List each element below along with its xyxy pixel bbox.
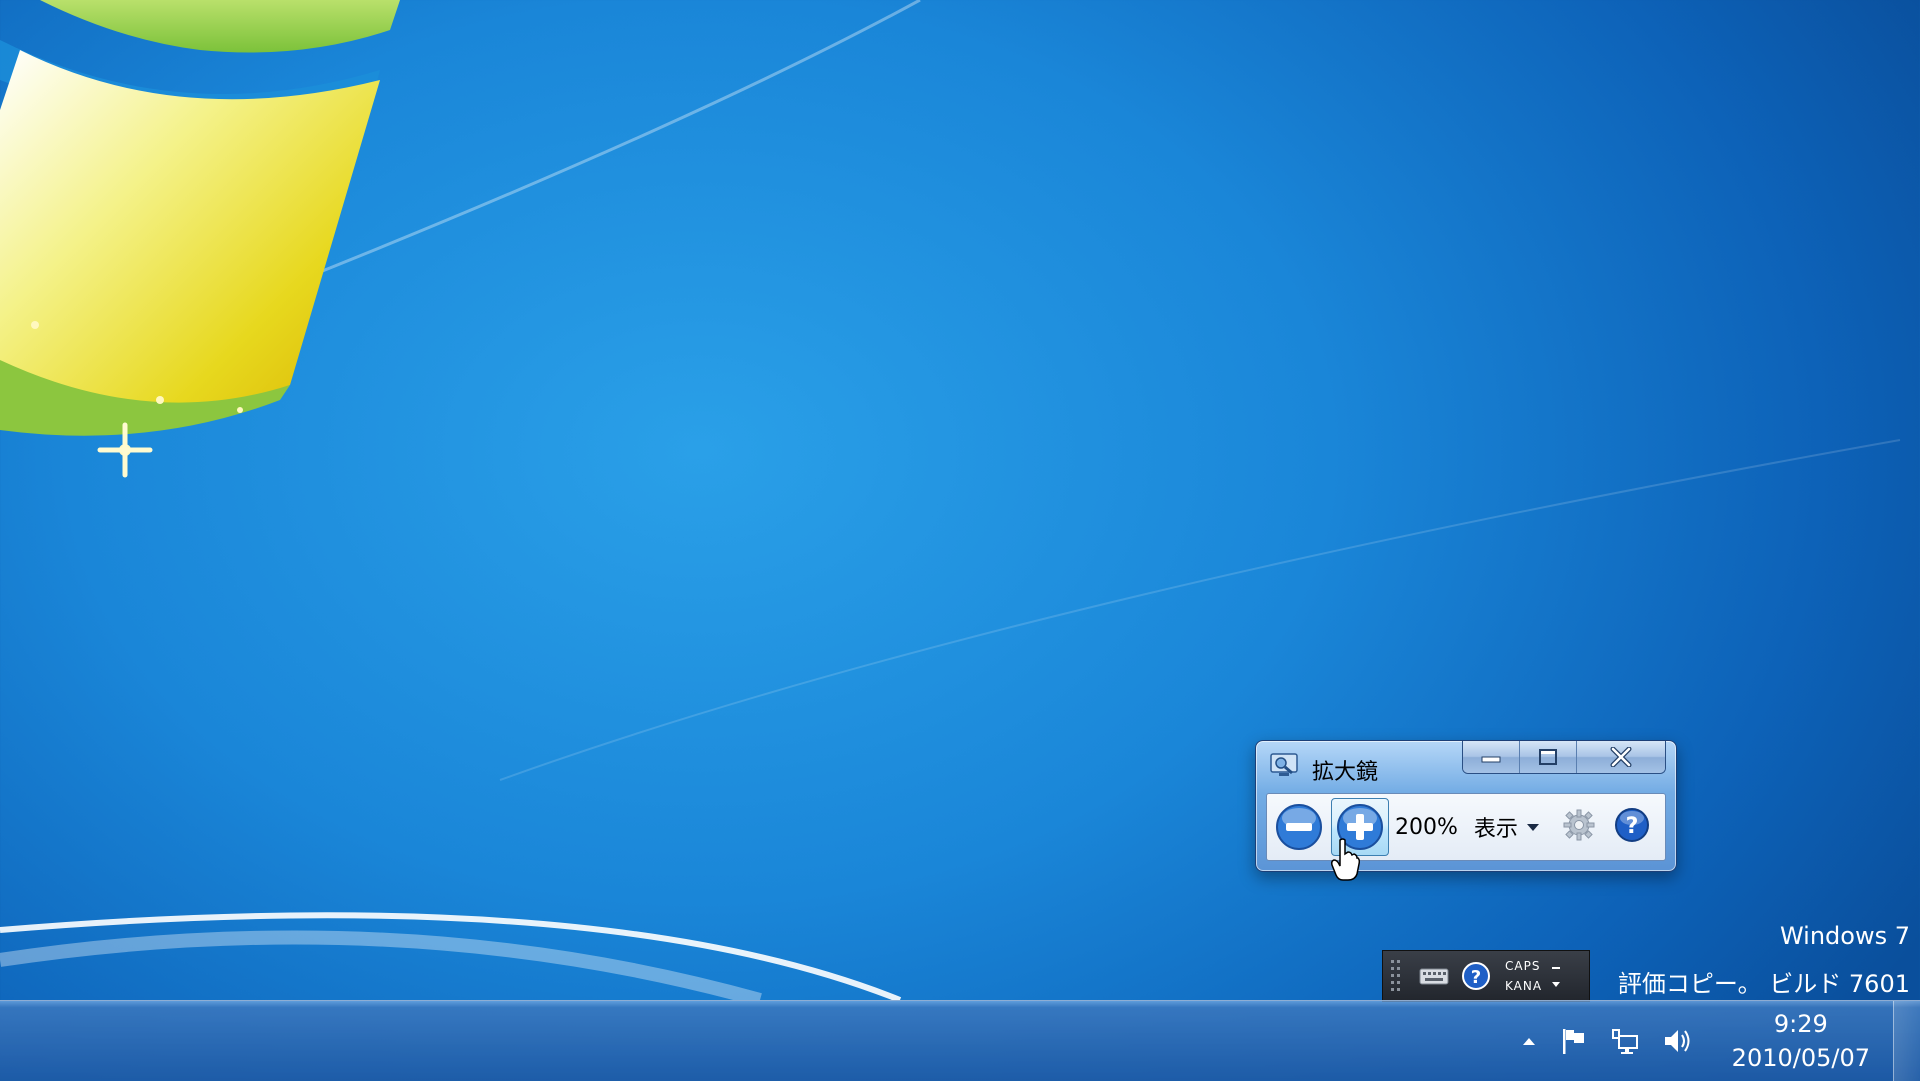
volume-button[interactable] <box>1662 1026 1694 1056</box>
magnifier-window[interactable]: 拡大鏡 200% 表示 ? <box>1255 740 1677 872</box>
minimize-button[interactable] <box>1463 741 1519 773</box>
minimize-icon[interactable] <box>1550 958 1562 976</box>
magnifier-toolbar: 200% 表示 ? <box>1266 793 1666 861</box>
action-center-button[interactable] <box>1558 1026 1588 1056</box>
svg-text:?: ? <box>1626 814 1639 839</box>
gear-icon <box>1563 809 1595 841</box>
caps-indicator: CAPS <box>1505 959 1541 973</box>
windows-watermark-line1: Windows 7 <box>1779 922 1910 950</box>
clock[interactable]: 9:29 2010/05/07 <box>1732 1007 1870 1075</box>
show-hidden-icons-button[interactable] <box>1522 1036 1536 1046</box>
help-icon[interactable]: ? <box>1461 961 1491 991</box>
zoom-out-button[interactable] <box>1271 799 1327 855</box>
chevron-down-icon <box>1526 824 1539 831</box>
clock-time: 9:29 <box>1773 1010 1828 1038</box>
view-menu-label: 表示 <box>1473 817 1518 842</box>
close-icon <box>1610 747 1632 767</box>
svg-text:?: ? <box>1471 967 1481 988</box>
minus-icon <box>1276 804 1322 850</box>
keyboard-icon[interactable] <box>1419 966 1449 986</box>
zoom-level: 200% <box>1395 814 1458 840</box>
maximize-icon <box>1539 749 1557 765</box>
grip-icon[interactable] <box>1389 957 1403 995</box>
chevron-down-icon[interactable] <box>1550 976 1562 994</box>
magnifier-app-icon <box>1270 753 1298 776</box>
help-icon: ? <box>1614 808 1649 842</box>
options-button[interactable] <box>1562 808 1596 846</box>
network-button[interactable] <box>1610 1026 1640 1056</box>
taskbar: 9:29 2010/05/07 <box>0 1000 1920 1081</box>
close-button[interactable] <box>1576 741 1665 773</box>
clock-date: 2010/05/07 <box>1731 1044 1870 1072</box>
speaker-icon <box>1664 1030 1690 1052</box>
caption-buttons <box>1462 741 1666 774</box>
network-icon <box>1611 1029 1638 1054</box>
windows-watermark-line2: 評価コピー。 ビルド 7601 <box>1617 970 1910 998</box>
chevron-up-icon <box>1522 1038 1535 1045</box>
flag-icon <box>1562 1029 1584 1054</box>
maximize-button[interactable] <box>1519 741 1576 773</box>
show-desktop-button[interactable] <box>1893 1001 1920 1081</box>
system-tray: 9:29 2010/05/07 <box>1500 1001 1870 1081</box>
language-bar[interactable]: ? CAPS KANA <box>1382 950 1590 1002</box>
langbar-options[interactable] <box>1550 958 1562 994</box>
lock-status: CAPS KANA <box>1505 956 1542 996</box>
magnifier-titlebar[interactable]: 拡大鏡 <box>1256 741 1676 785</box>
kana-indicator: KANA <box>1505 979 1543 993</box>
view-menu[interactable]: 表示 <box>1474 811 1540 843</box>
help-button[interactable]: ? <box>1614 807 1650 847</box>
minimize-icon <box>1481 756 1501 763</box>
window-title: 拡大鏡 <box>1312 760 1379 785</box>
hand-cursor-icon <box>1331 838 1360 881</box>
